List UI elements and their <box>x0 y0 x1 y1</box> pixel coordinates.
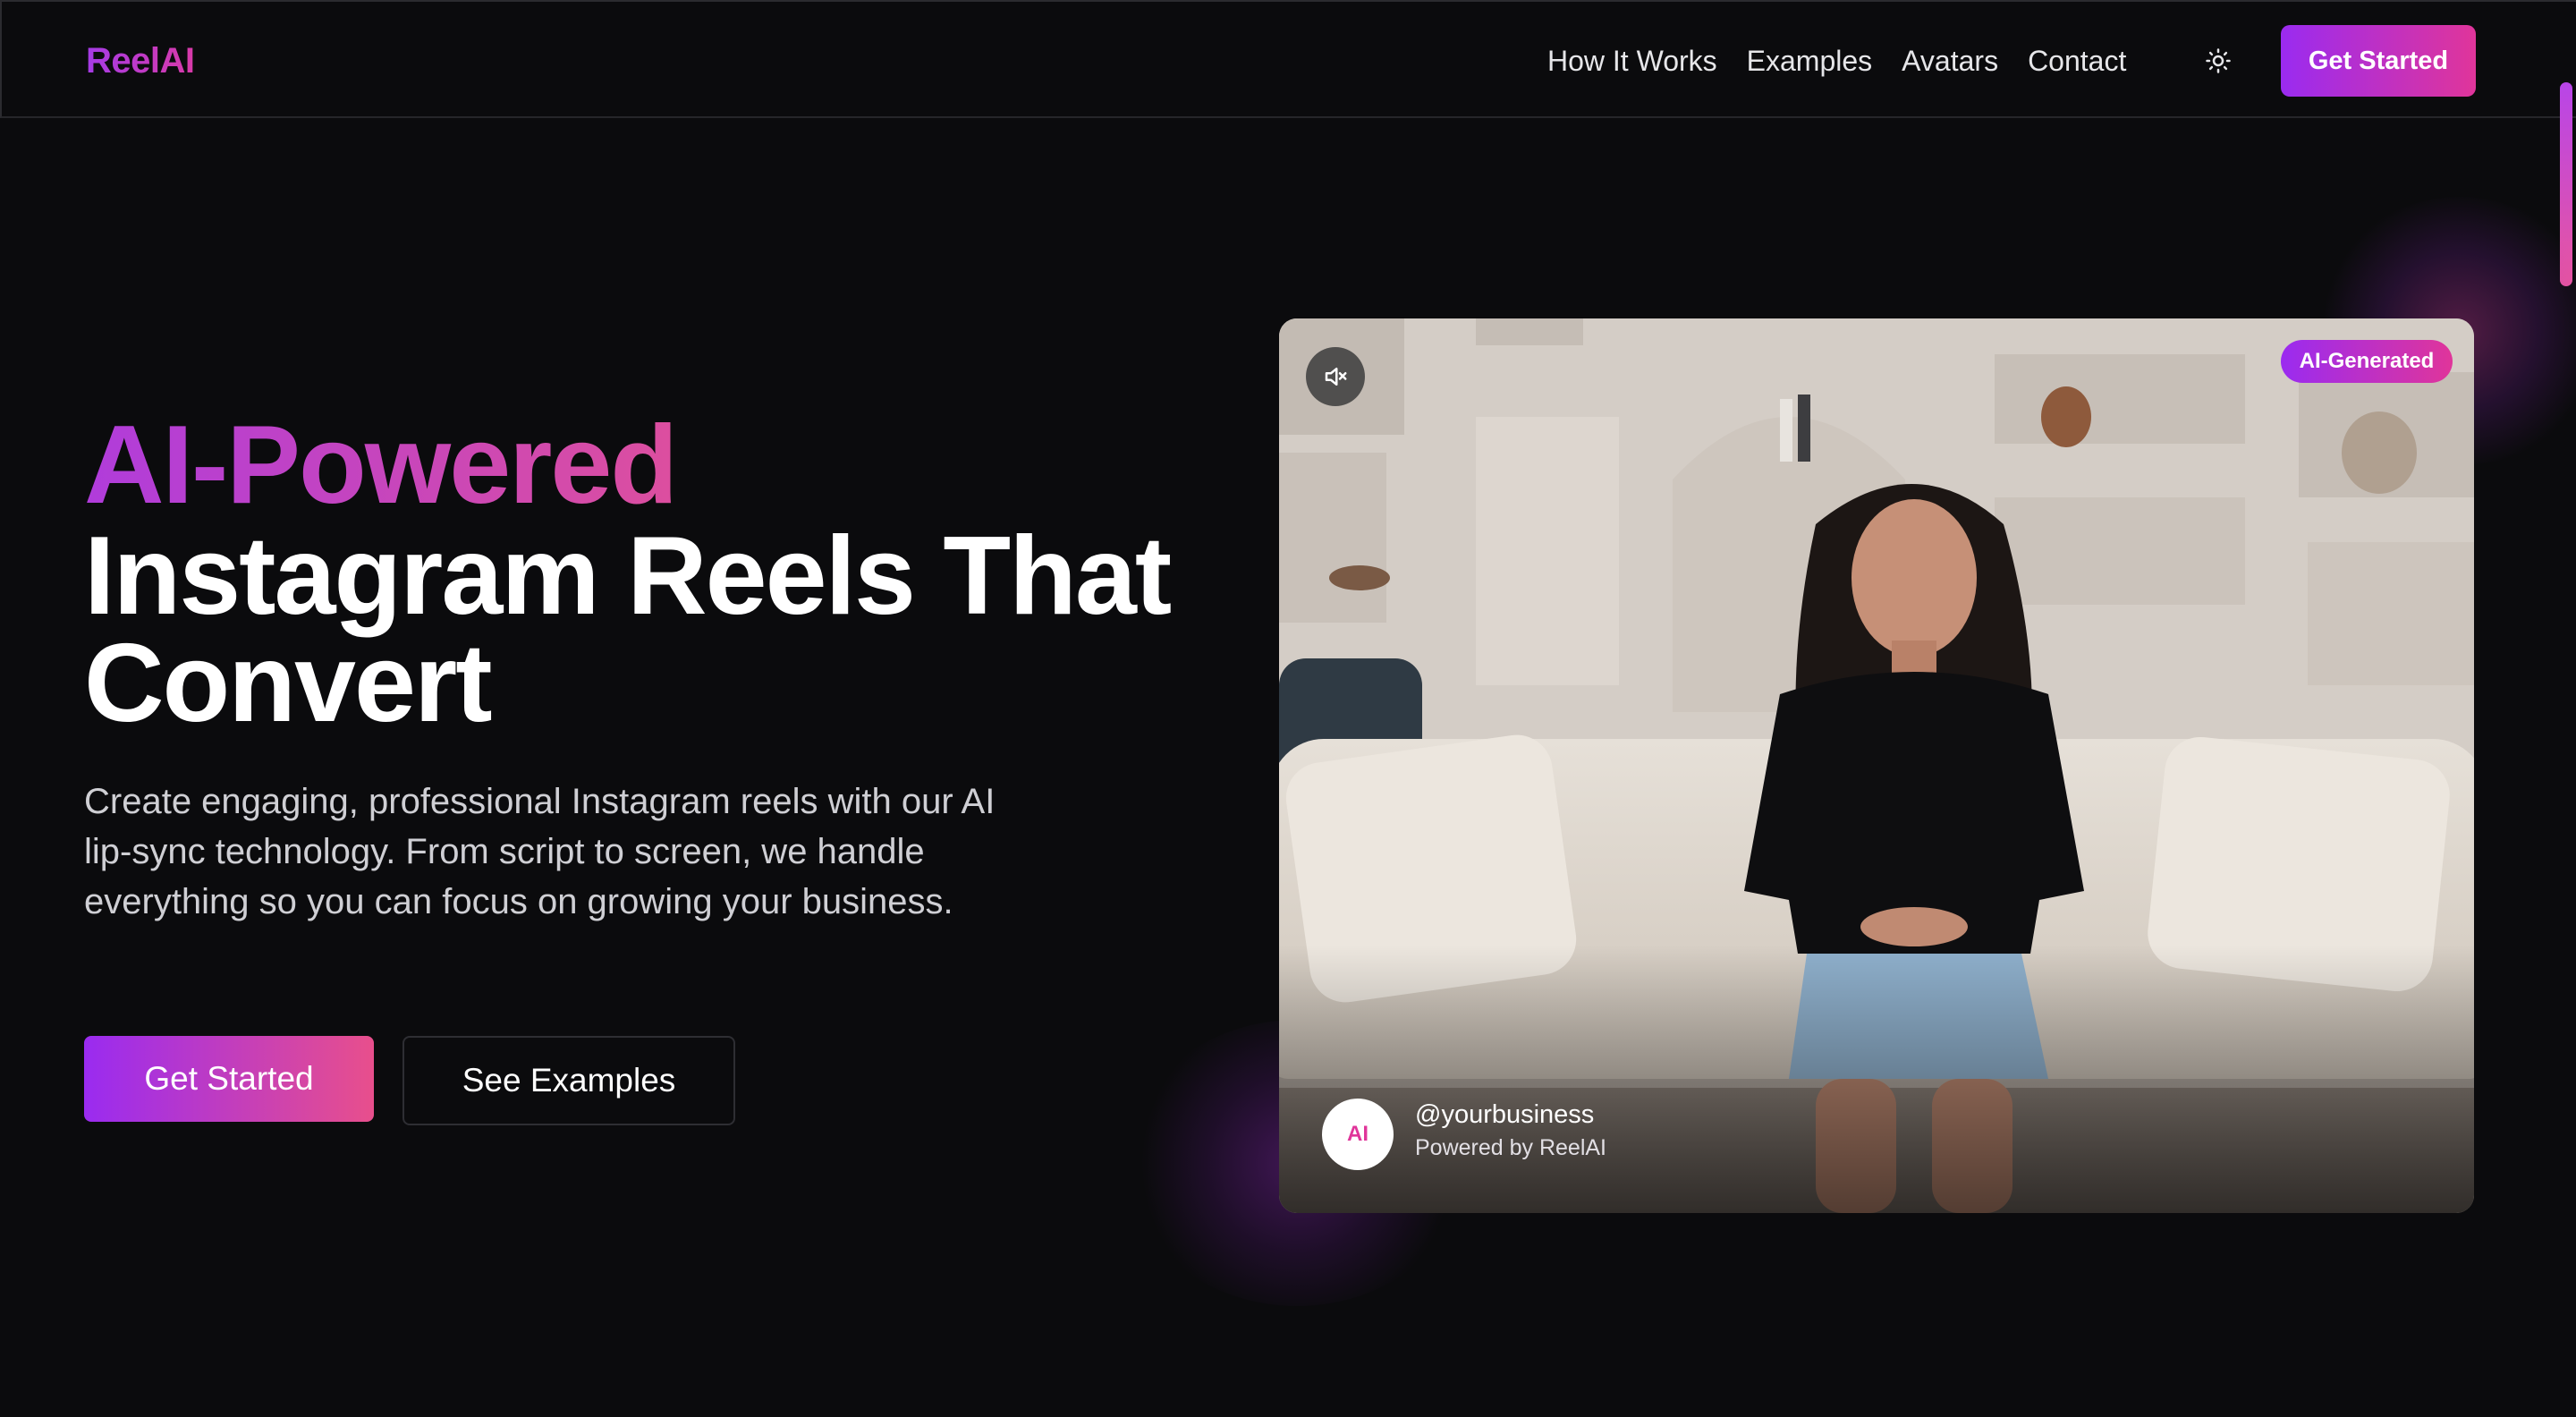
headline-gradient-text: AI-Powered <box>84 408 1247 522</box>
mute-toggle-button[interactable] <box>1306 347 1365 406</box>
video-handle: @yourbusiness <box>1415 1100 1595 1129</box>
hero-headline: AI-Powered Instagram Reels That Convert <box>84 408 1247 745</box>
theme-toggle-button[interactable] <box>2199 41 2238 81</box>
avatar: AI <box>1322 1099 1394 1170</box>
see-examples-button[interactable]: See Examples <box>402 1036 735 1125</box>
nav-link-how-it-works[interactable]: How It Works <box>1547 38 1717 84</box>
nav-link-avatars[interactable]: Avatars <box>1902 38 1998 84</box>
headline-line-3: Convert <box>84 622 493 745</box>
nav-link-examples[interactable]: Examples <box>1747 38 1873 84</box>
navbar: ReelAI How It Works Examples Avatars Con… <box>0 0 2576 118</box>
nav-get-started-button[interactable]: Get Started <box>2281 25 2476 97</box>
hero-get-started-button[interactable]: Get Started <box>84 1036 374 1122</box>
nav-link-contact[interactable]: Contact <box>2028 38 2126 84</box>
hero-subtext: Create engaging, professional Instagram … <box>84 782 996 921</box>
sun-icon <box>2206 48 2231 73</box>
headline-line-2: Instagram Reels That <box>84 514 1172 638</box>
powered-by-text: Powered by ReelAI <box>1415 1135 1607 1160</box>
hero-video-card[interactable]: AI-Generated AI @yourbusiness Powered by… <box>1279 318 2474 1213</box>
ai-generated-badge: AI-Generated <box>2281 340 2453 383</box>
landing-page: ReelAI How It Works Examples Avatars Con… <box>0 0 2576 1417</box>
nav-links: How It Works Examples Avatars Contact <box>1547 38 2126 84</box>
volume-mute-icon <box>1325 368 1347 386</box>
video-bottom-gradient <box>1279 945 2474 1213</box>
brand-logo[interactable]: ReelAI <box>86 38 195 84</box>
